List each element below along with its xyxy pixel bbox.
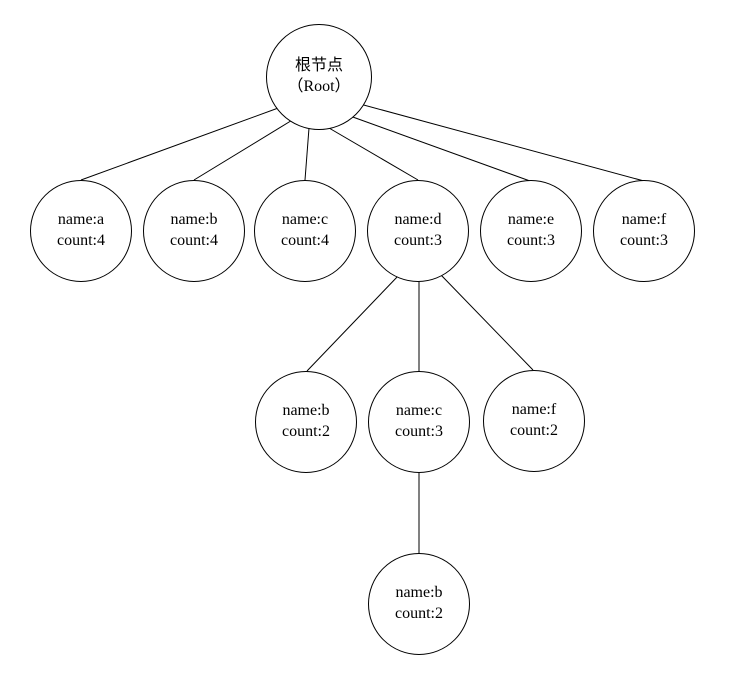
node-count: count:2 (395, 604, 443, 625)
node-name: name:f (512, 400, 556, 421)
root-label-line2: （Root） (287, 77, 350, 98)
node-name: name:b (395, 583, 442, 604)
node-count: count:2 (510, 421, 558, 442)
node-level1-b: name:b count:4 (143, 180, 245, 282)
node-name: name:a (58, 210, 104, 231)
node-level2-f: name:f count:2 (483, 370, 585, 472)
node-level2-b: name:b count:2 (255, 371, 357, 473)
node-count: count:4 (281, 231, 329, 252)
node-name: name:e (508, 210, 554, 231)
node-count: count:4 (170, 231, 218, 252)
node-name: name:b (282, 401, 329, 422)
root-node: 根节点 （Root） (266, 24, 372, 130)
node-count: count:3 (394, 231, 442, 252)
node-level1-e: name:e count:3 (480, 180, 582, 282)
node-name: name:c (396, 401, 442, 422)
node-level1-c: name:c count:4 (254, 180, 356, 282)
node-name: name:d (394, 210, 441, 231)
node-level1-f: name:f count:3 (593, 180, 695, 282)
node-name: name:f (622, 210, 666, 231)
node-level1-d: name:d count:3 (367, 180, 469, 282)
node-count: count:3 (620, 231, 668, 252)
node-level1-a: name:a count:4 (30, 180, 132, 282)
node-level2-c: name:c count:3 (368, 371, 470, 473)
node-count: count:3 (507, 231, 555, 252)
node-count: count:2 (282, 422, 330, 443)
node-name: name:b (170, 210, 217, 231)
node-count: count:4 (57, 231, 105, 252)
node-level3-b: name:b count:2 (368, 553, 470, 655)
node-name: name:c (282, 210, 328, 231)
root-label-line1: 根节点 (295, 56, 343, 77)
node-count: count:3 (395, 422, 443, 443)
